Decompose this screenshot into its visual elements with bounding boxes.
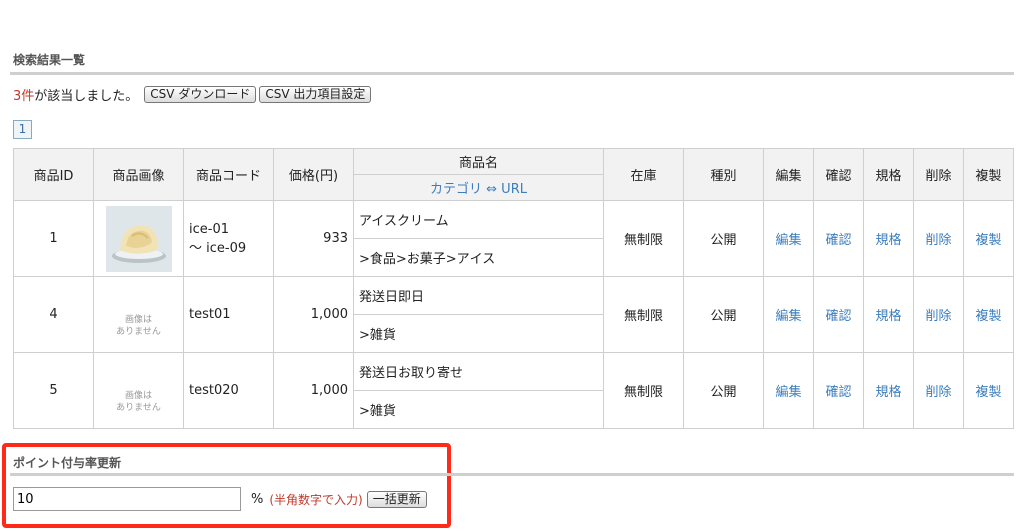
- header-type: 種別: [683, 148, 764, 201]
- product-stock: 無制限: [603, 200, 684, 277]
- product-stock: 無制限: [603, 352, 684, 429]
- product-name: 発送日即日: [353, 276, 604, 315]
- bulk-update-button[interactable]: 一括更新: [366, 490, 427, 508]
- header-stock: 在庫: [603, 148, 684, 201]
- no-image-placeholder: 画像は ありません: [93, 276, 184, 353]
- csv-settings-button[interactable]: CSV 出力項目設定: [259, 85, 372, 103]
- delete-link[interactable]: 削除: [925, 233, 951, 248]
- confirm-link[interactable]: 確認: [825, 309, 851, 324]
- product-code: test01: [183, 276, 274, 353]
- edit-link[interactable]: 編集: [775, 309, 801, 324]
- product-category: >食品>お菓子>アイス: [353, 238, 604, 277]
- confirm-link[interactable]: 確認: [825, 385, 851, 400]
- spec-link[interactable]: 規格: [875, 233, 901, 248]
- product-type: 公開: [683, 200, 764, 277]
- product-name: アイスクリーム: [353, 200, 604, 239]
- delete-link[interactable]: 削除: [925, 385, 951, 400]
- header-category-url: カテゴリ ⇔ URL: [353, 174, 604, 201]
- point-rate-row: % (半角数字で入力) 一括更新: [13, 487, 427, 511]
- point-rate-title: ポイント付与率更新: [13, 456, 122, 470]
- percent-label: %: [251, 491, 264, 507]
- copy-link[interactable]: 複製: [975, 385, 1001, 400]
- product-type: 公開: [683, 352, 764, 429]
- pager-page-1[interactable]: 1: [13, 120, 32, 139]
- product-type: 公開: [683, 276, 764, 353]
- product-stock: 無制限: [603, 276, 684, 353]
- header-id: 商品ID: [13, 148, 94, 201]
- product-image: [105, 205, 172, 272]
- product-price: 1,000: [273, 276, 354, 353]
- header-confirm: 確認: [813, 148, 864, 201]
- header-code: 商品コード: [183, 148, 274, 201]
- result-summary: 3件 が該当しました。 CSV ダウンロード CSV 出力項目設定: [13, 85, 372, 104]
- product-code: test020: [183, 352, 274, 429]
- header-delete: 削除: [913, 148, 964, 201]
- section-divider: [10, 72, 1014, 75]
- product-price: 1,000: [273, 352, 354, 429]
- copy-link[interactable]: 複製: [975, 309, 1001, 324]
- section-title: 検索結果一覧: [13, 53, 86, 67]
- point-divider: [10, 473, 1014, 476]
- product-name: 発送日お取り寄せ: [353, 352, 604, 391]
- confirm-link[interactable]: 確認: [825, 233, 851, 248]
- table-row: 5 画像は ありません test020 1,000 発送日お取り寄せ 無制限 公…: [13, 352, 1014, 429]
- input-note: (半角数字で入力): [269, 492, 363, 507]
- delete-link[interactable]: 削除: [925, 309, 951, 324]
- header-name: 商品名: [353, 148, 604, 175]
- no-image-placeholder: 画像は ありません: [93, 352, 184, 429]
- point-rate-input[interactable]: [13, 487, 241, 511]
- csv-download-button[interactable]: CSV ダウンロード: [144, 85, 257, 103]
- product-category: >雑貨: [353, 390, 604, 429]
- header-copy: 複製: [963, 148, 1014, 201]
- product-code: ice-01 〜 ice-09: [183, 200, 274, 277]
- product-price: 933: [273, 200, 354, 277]
- table-row: 1 ice-01 〜 ice-09 933 アイスクリーム 無制限 公開 編集 …: [13, 200, 1014, 277]
- header-edit: 編集: [763, 148, 814, 201]
- product-id: 5: [13, 352, 94, 429]
- product-id: 4: [13, 276, 94, 353]
- table-row: 4 画像は ありません test01 1,000 発送日即日 無制限 公開 編集…: [13, 276, 1014, 353]
- product-image-cell: [93, 200, 184, 277]
- header-spec: 規格: [863, 148, 914, 201]
- copy-link[interactable]: 複製: [975, 233, 1001, 248]
- product-category: >雑貨: [353, 314, 604, 353]
- spec-link[interactable]: 規格: [875, 309, 901, 324]
- edit-link[interactable]: 編集: [775, 233, 801, 248]
- product-id: 1: [13, 200, 94, 277]
- header-price: 価格(円): [273, 148, 354, 201]
- result-text: が該当しました。: [34, 88, 139, 104]
- spec-link[interactable]: 規格: [875, 385, 901, 400]
- product-table: 商品ID 商品画像 商品コード 価格(円) 商品名 在庫 種別 編集 確認 規格…: [13, 148, 1014, 429]
- edit-link[interactable]: 編集: [775, 385, 801, 400]
- result-count: 3件: [13, 88, 35, 104]
- header-image: 商品画像: [93, 148, 184, 201]
